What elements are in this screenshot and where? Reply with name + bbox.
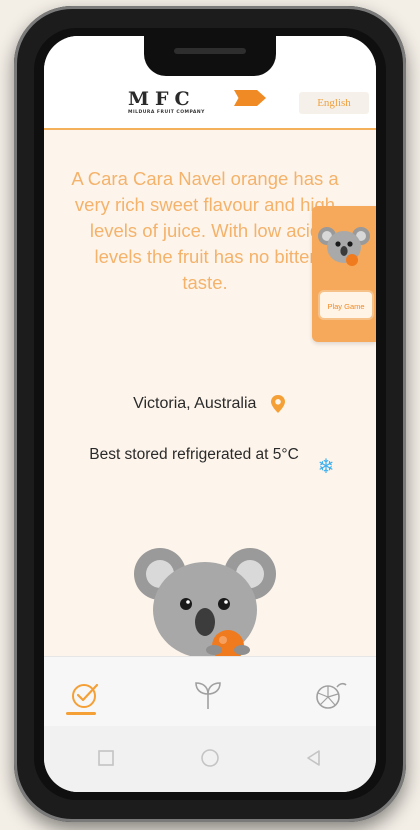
phone-frame: MFC MILDURA FRUIT COMPANY English A Cara… xyxy=(14,6,406,822)
phone-bezel: MFC MILDURA FRUIT COMPANY English A Cara… xyxy=(34,28,386,800)
phone-notch xyxy=(144,36,276,76)
system-nav-bar xyxy=(44,726,376,792)
play-game-button[interactable]: Play Game xyxy=(318,290,374,320)
bottom-tab-bar xyxy=(44,656,376,727)
koala-mascot xyxy=(134,548,276,662)
active-tab-indicator xyxy=(66,712,96,715)
back-triangle-icon[interactable] xyxy=(302,746,326,770)
mfc-logo: MFC MILDURA FRUIT COMPANY xyxy=(128,88,288,122)
check-circle-icon[interactable] xyxy=(66,675,106,715)
map-pin-icon xyxy=(270,395,285,413)
orange-slice-icon[interactable] xyxy=(310,675,350,715)
location-row: Victoria, Australia xyxy=(44,394,376,414)
circle-icon[interactable] xyxy=(198,746,222,770)
language-selector[interactable]: English xyxy=(299,92,369,114)
square-icon[interactable] xyxy=(94,746,118,770)
snowflake-icon: ❄ xyxy=(317,454,335,478)
koala-icon xyxy=(318,227,370,266)
location-text: Victoria, Australia xyxy=(133,395,257,413)
game-side-panel[interactable]: Play Game xyxy=(312,206,376,342)
logo-subtitle: MILDURA FRUIT COMPANY xyxy=(128,110,205,115)
sprout-icon[interactable] xyxy=(188,675,228,715)
storage-info: Best stored refrigerated at 5°C xyxy=(89,446,299,463)
app-screen: MFC MILDURA FRUIT COMPANY English A Cara… xyxy=(44,36,376,792)
logo-wordmark: MFC xyxy=(128,88,196,110)
speaker-grille xyxy=(174,48,246,54)
logo-arrow-icon xyxy=(234,90,266,106)
fruit-description: A Cara Cara Navel orange has a very rich… xyxy=(71,168,339,293)
